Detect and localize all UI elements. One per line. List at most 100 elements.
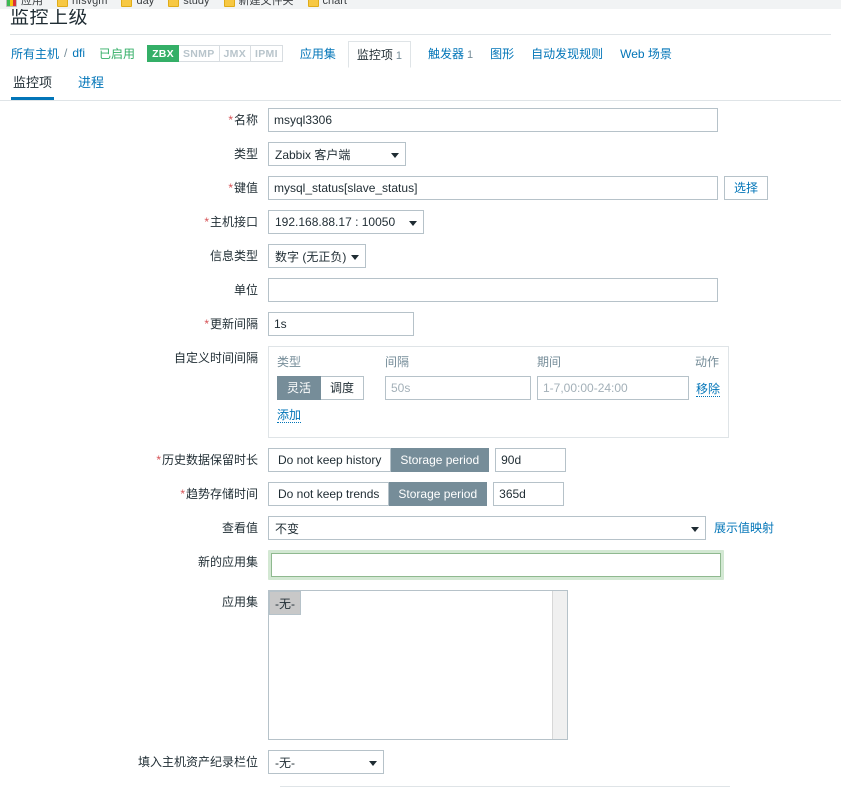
chevron-down-icon bbox=[351, 255, 359, 260]
browser-bookmarks-bar[interactable]: 应用 nfsvgm day study 新建文件夹 chart bbox=[0, 0, 841, 9]
interval-type-toggle: 灵活 调度 bbox=[277, 376, 365, 400]
cell-period bbox=[537, 376, 695, 406]
form-row-trends: *趋势存储时间 Do not keep trends Storage perio… bbox=[0, 482, 841, 506]
interval-type-flexible[interactable]: 灵活 bbox=[277, 376, 322, 400]
objectnav-triggers[interactable]: 触发器 1 bbox=[428, 41, 473, 66]
form-row-host-interface: *主机接口 192.168.88.17 : 10050 bbox=[0, 210, 841, 234]
new-application-input[interactable] bbox=[271, 553, 721, 577]
form-row-applications: 应用集 -无- bbox=[0, 590, 841, 740]
trends-storage-period[interactable]: Storage period bbox=[389, 482, 488, 506]
select-key-button[interactable]: 选择 bbox=[724, 176, 769, 200]
listbox-scrollbar[interactable] bbox=[552, 591, 567, 739]
form-row-value-type: 信息类型 数字 (无正负) bbox=[0, 244, 841, 268]
form-row-new-application: 新的应用集 bbox=[0, 550, 841, 580]
objectnav-label: 监控项 bbox=[356, 47, 393, 62]
label-text: 查看值 bbox=[221, 521, 258, 535]
type-select[interactable]: Zabbix 客户端 bbox=[268, 142, 406, 166]
breadcrumb-host[interactable]: dfi bbox=[72, 46, 85, 60]
folder-icon bbox=[57, 0, 68, 7]
bookmark-item[interactable]: chart bbox=[307, 0, 347, 9]
applications-listbox[interactable]: -无- bbox=[268, 590, 568, 740]
breadcrumb-all-hosts[interactable]: 所有主机 bbox=[11, 45, 59, 62]
label-trends: *趋势存储时间 bbox=[0, 482, 268, 506]
show-value-mapping-link[interactable]: 展示值映射 bbox=[714, 516, 774, 540]
remove-interval-link[interactable]: 移除 bbox=[695, 381, 720, 397]
name-input[interactable] bbox=[268, 108, 718, 132]
protocol-badge-jmx[interactable]: JMX bbox=[219, 44, 252, 62]
objectnav-count: 1 bbox=[466, 48, 474, 61]
update-interval-input[interactable] bbox=[268, 312, 414, 336]
objectnav-applications[interactable]: 应用集 bbox=[300, 41, 336, 66]
label-text: 类型 bbox=[233, 147, 258, 161]
protocol-badge-zbx[interactable]: ZBX bbox=[147, 44, 179, 62]
label-text: 趋势存储时间 bbox=[185, 487, 258, 501]
tab-preprocessing[interactable]: 进程 bbox=[76, 68, 106, 100]
key-input[interactable] bbox=[268, 176, 718, 200]
add-interval-link[interactable]: 添加 bbox=[277, 408, 302, 423]
col-header-period: 期间 bbox=[537, 355, 562, 369]
bookmark-item[interactable]: day bbox=[121, 0, 154, 9]
label-host-interface: *主机接口 bbox=[0, 210, 268, 234]
bookmark-item[interactable]: study bbox=[168, 0, 210, 9]
label-update-interval: *更新间隔 bbox=[0, 312, 268, 336]
cell-type: 灵活 调度 bbox=[277, 376, 385, 406]
form-row-units: 单位 bbox=[0, 278, 841, 302]
chevron-down-icon bbox=[409, 221, 417, 226]
label-text: 填入主机资产纪录栏位 bbox=[137, 755, 258, 769]
bookmark-label: 新建文件夹 bbox=[238, 0, 294, 7]
host-interface-select[interactable]: 192.168.88.17 : 10050 bbox=[268, 210, 424, 234]
show-value-select[interactable]: 不变 bbox=[268, 516, 706, 540]
label-key: *键值 bbox=[0, 176, 268, 200]
bottom-divider bbox=[280, 786, 730, 787]
objectnav-graphs[interactable]: 图形 bbox=[490, 41, 514, 66]
table-row-add: 添加 bbox=[277, 406, 720, 429]
form-row-name: *名称 bbox=[0, 108, 841, 132]
col-header-type: 类型 bbox=[277, 355, 302, 369]
objectnav-items[interactable]: 监控项 1 bbox=[347, 40, 411, 68]
value-type-select[interactable]: 数字 (无正负) bbox=[268, 244, 366, 268]
cell-add: 添加 bbox=[277, 406, 720, 429]
bookmark-item[interactable]: nfsvgm bbox=[57, 0, 107, 9]
page-title: 监控上级 bbox=[10, 9, 89, 28]
history-do-not-keep[interactable]: Do not keep history bbox=[268, 448, 392, 472]
required-marker: * bbox=[228, 113, 233, 127]
bookmark-item[interactable]: 应用 bbox=[6, 0, 43, 9]
bookmark-label: study bbox=[183, 0, 210, 7]
label-text: 更新间隔 bbox=[209, 317, 258, 331]
folder-icon bbox=[307, 0, 319, 7]
units-input[interactable] bbox=[268, 278, 718, 302]
value-type-value: 数字 (无正负) bbox=[275, 249, 347, 264]
protocol-badge-snmp[interactable]: SNMP bbox=[178, 44, 220, 62]
form-row-update-interval: *更新间隔 bbox=[0, 312, 841, 336]
label-units: 单位 bbox=[0, 278, 268, 302]
interval-type-scheduling[interactable]: 调度 bbox=[321, 376, 365, 400]
form-row-type: 类型 Zabbix 客户端 bbox=[0, 142, 841, 166]
protocol-badge-ipmi[interactable]: IPMI bbox=[251, 44, 283, 62]
history-period-input[interactable] bbox=[495, 448, 567, 472]
trends-do-not-keep[interactable]: Do not keep trends bbox=[268, 482, 390, 506]
table-header-row: 类型 间隔 期间 动作 bbox=[277, 353, 720, 376]
label-history: *历史数据保留时长 bbox=[0, 448, 268, 472]
form-tabs: 监控项 进程 bbox=[0, 71, 841, 101]
page-title-zone: 监控上级 bbox=[0, 9, 841, 35]
required-marker: * bbox=[156, 453, 161, 467]
label-new-application: 新的应用集 bbox=[0, 550, 268, 574]
list-item[interactable]: -无- bbox=[269, 591, 301, 615]
form-row-history: *历史数据保留时长 Do not keep history Storage pe… bbox=[0, 448, 841, 472]
item-form: *名称 类型 Zabbix 客户端 *键值 选择 *主机接口 192.168.8… bbox=[0, 108, 841, 784]
trends-period-input[interactable] bbox=[493, 482, 565, 506]
objectnav-web-scenarios[interactable]: Web 场景 bbox=[620, 41, 672, 66]
form-row-key: *键值 选择 bbox=[0, 176, 841, 200]
inventory-field-select[interactable]: -无- bbox=[268, 750, 384, 774]
objectnav-discovery-rules[interactable]: 自动发现规则 bbox=[531, 41, 603, 66]
bookmark-label: day bbox=[136, 0, 155, 7]
period-input[interactable] bbox=[537, 376, 689, 400]
bookmark-label: nfsvgm bbox=[72, 0, 108, 7]
interval-input[interactable] bbox=[385, 376, 531, 400]
protocol-badges: ZBX SNMP JMX IPMI bbox=[147, 44, 283, 62]
bookmark-item[interactable]: 新建文件夹 bbox=[223, 0, 294, 9]
history-storage-period[interactable]: Storage period bbox=[391, 448, 490, 472]
label-text: 新的应用集 bbox=[197, 555, 258, 569]
tab-item[interactable]: 监控项 bbox=[11, 68, 55, 100]
cell-action: 移除 bbox=[695, 376, 720, 406]
